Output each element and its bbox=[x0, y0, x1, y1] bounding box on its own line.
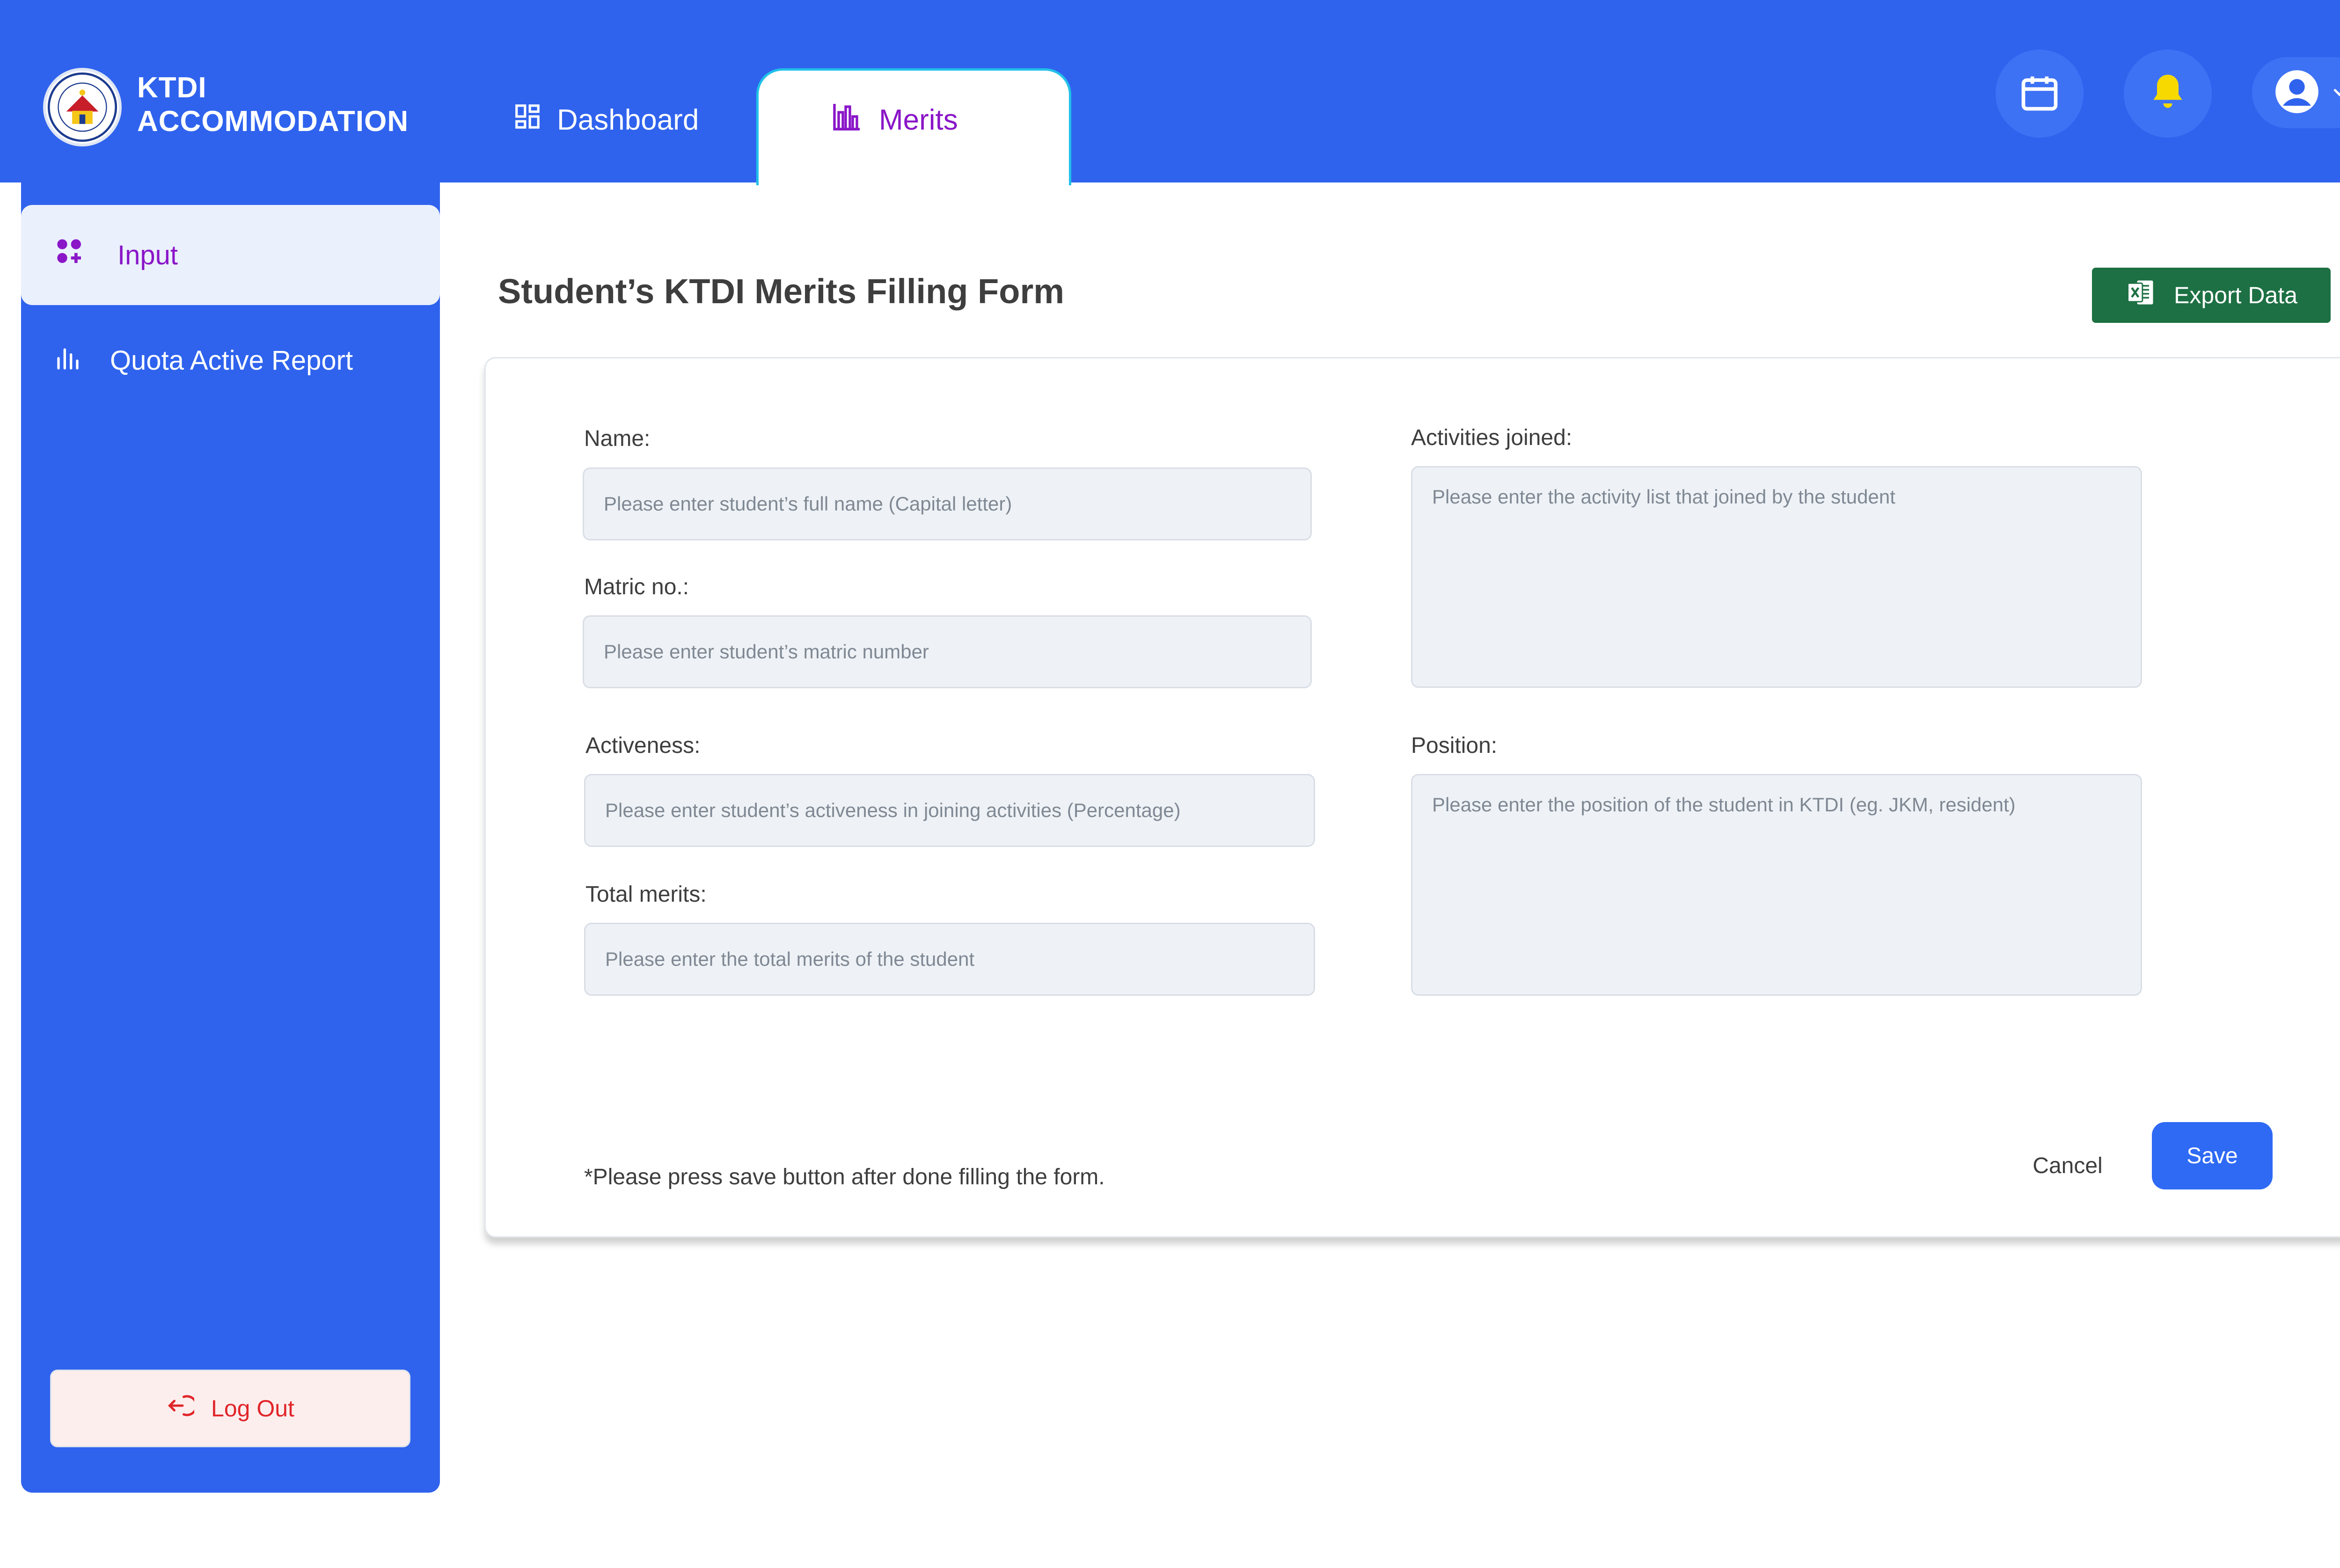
position-label: Position: bbox=[1411, 733, 1498, 758]
sidebar-item-label: Quota Active Report bbox=[110, 345, 353, 376]
top-bar: KTDI ACCOMMODATION Dashboard Merits bbox=[0, 0, 2340, 185]
matric-label: Matric no.: bbox=[584, 575, 689, 599]
bar-chart-icon bbox=[55, 342, 85, 379]
nav-dashboard[interactable]: Dashboard bbox=[513, 101, 699, 139]
bell-icon bbox=[2146, 71, 2189, 117]
apps-icon bbox=[55, 237, 85, 273]
nav-merits[interactable]: Merits bbox=[830, 101, 958, 139]
name-input[interactable]: Please enter student’s full name (Capita… bbox=[583, 467, 1312, 540]
excel-icon bbox=[2125, 277, 2157, 314]
sidebar-item-quota-active-report[interactable]: Quota Active Report bbox=[55, 337, 353, 384]
activeness-label: Activeness: bbox=[585, 733, 701, 758]
activities-textarea[interactable]: Please enter the activity list that join… bbox=[1411, 466, 2142, 688]
calendar-button[interactable] bbox=[1996, 50, 2084, 138]
activeness-input[interactable]: Please enter student’s activeness in joi… bbox=[584, 774, 1315, 847]
merits-chart-icon bbox=[830, 100, 864, 140]
calendar-icon bbox=[2018, 71, 2061, 117]
notifications-button[interactable] bbox=[2124, 50, 2212, 138]
save-reminder-note: *Please press save button after done fil… bbox=[584, 1165, 1105, 1189]
cancel-button[interactable]: Cancel bbox=[2021, 1140, 2114, 1191]
logout-label: Log Out bbox=[211, 1395, 294, 1422]
profile-menu-button[interactable] bbox=[2252, 57, 2340, 128]
logout-button[interactable]: Log Out bbox=[50, 1370, 410, 1447]
position-textarea[interactable]: Please enter the position of the student… bbox=[1411, 774, 2142, 996]
logout-icon bbox=[166, 1392, 197, 1425]
export-data-button[interactable]: Export Data bbox=[2092, 268, 2331, 323]
export-label: Export Data bbox=[2173, 282, 2297, 308]
sidebar-item-label: Input bbox=[117, 240, 178, 270]
page-title: Student’s KTDI Merits Filling Form bbox=[498, 272, 1065, 311]
brand-title: KTDI ACCOMMODATION bbox=[137, 71, 409, 139]
sidebar-item-input[interactable]: Input bbox=[21, 205, 440, 305]
activities-label: Activities joined: bbox=[1411, 425, 1572, 450]
sidebar: Input Quota Active Report Log Out bbox=[21, 182, 440, 1493]
matric-input[interactable]: Please enter student’s matric number bbox=[583, 615, 1312, 688]
total-merits-input[interactable]: Please enter the total merits of the stu… bbox=[584, 923, 1315, 996]
dashboard-icon bbox=[513, 102, 542, 138]
nav-dashboard-label: Dashboard bbox=[557, 103, 699, 136]
avatar-icon bbox=[2274, 68, 2320, 117]
save-button[interactable]: Save bbox=[2152, 1122, 2273, 1189]
name-label: Name: bbox=[584, 426, 651, 451]
nav-merits-label: Merits bbox=[879, 103, 958, 136]
brand-line-1: KTDI bbox=[137, 72, 207, 104]
total-merits-label: Total merits: bbox=[585, 882, 707, 907]
ktdi-logo[interactable] bbox=[43, 68, 122, 146]
chevron-down-icon bbox=[2331, 83, 2340, 103]
brand-line-2: ACCOMMODATION bbox=[137, 105, 409, 138]
